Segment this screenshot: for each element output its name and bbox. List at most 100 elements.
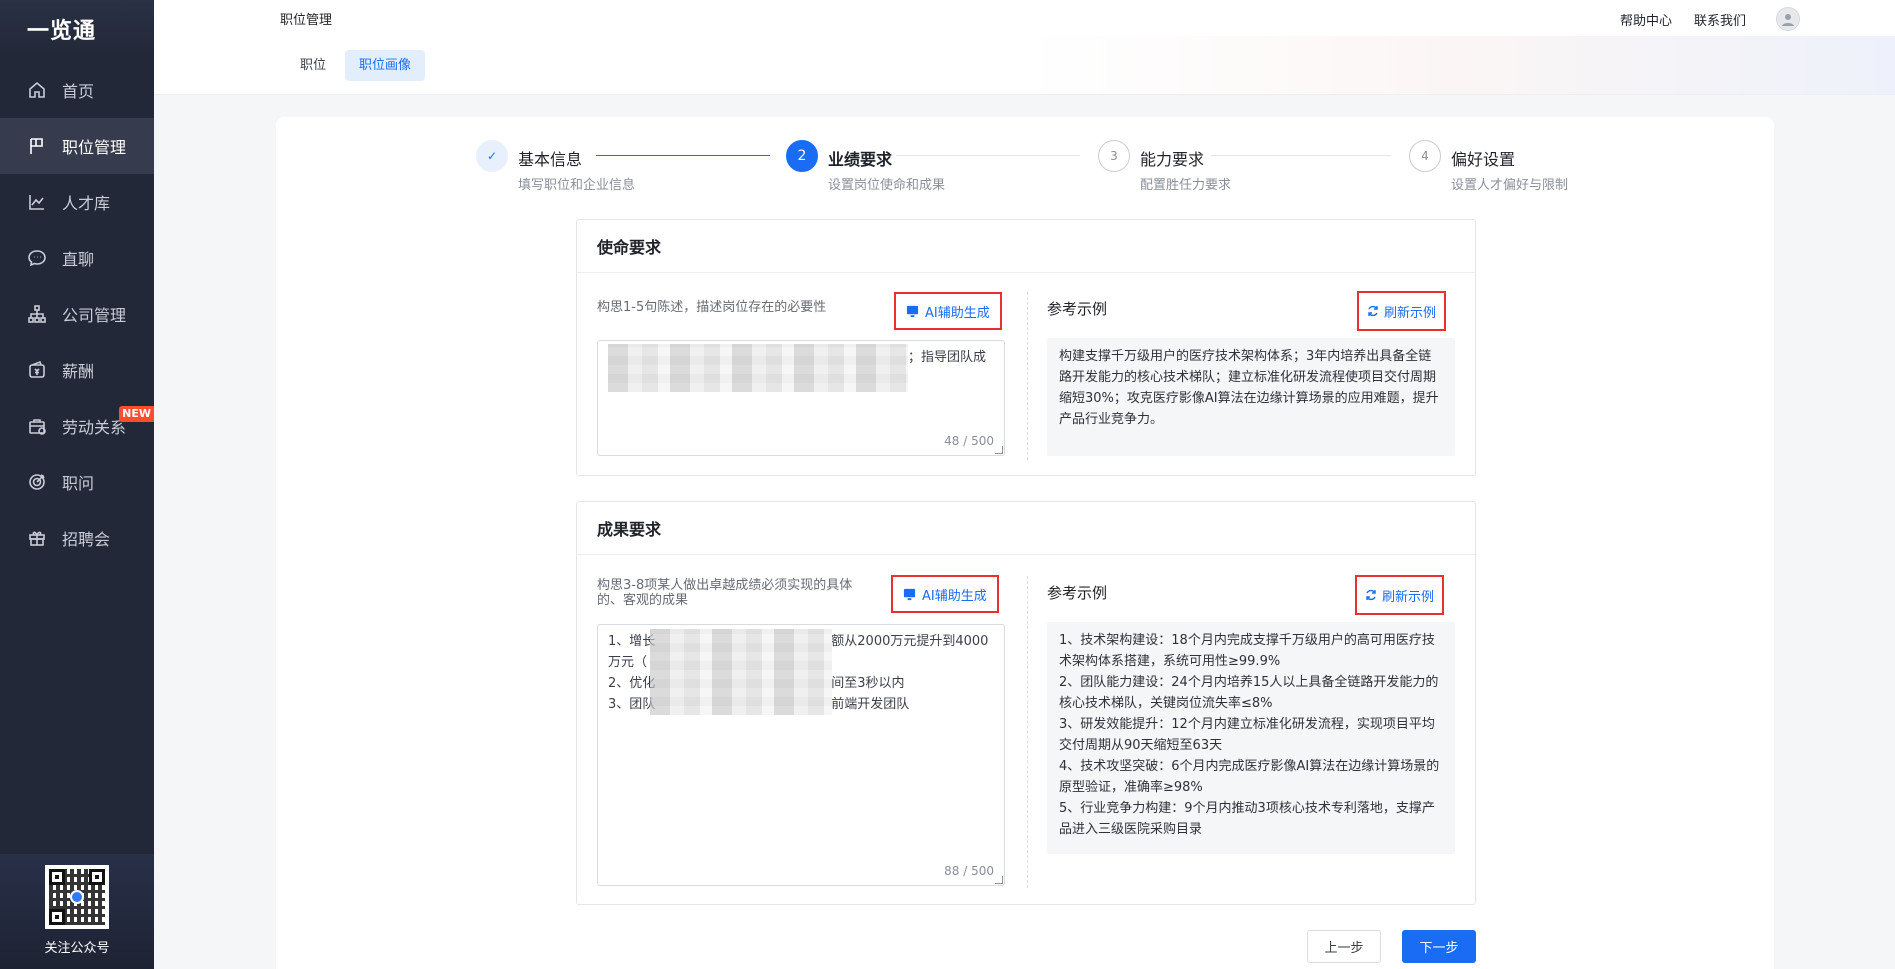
sidebar-item-label: 公司管理 [62, 306, 127, 325]
sidebar-item-label: 直聊 [62, 250, 95, 269]
char-counter: 88 / 500 [944, 864, 994, 878]
refresh-icon [1366, 589, 1376, 601]
sidebar-item-label: 职位管理 [62, 138, 127, 157]
step-number: 2 [786, 140, 818, 172]
sidebar-item-home[interactable]: 首页 [0, 62, 154, 118]
mission-section: 使命要求 构思1-5句陈述，描述岗位存在的必要性 AI辅助生成 ；指导团队成 4… [576, 219, 1476, 476]
stepper: ✓ 基本信息 填写职位和企业信息 2 业绩要求 设置岗位使命和成果 3 能力要求… [476, 140, 1596, 193]
ai-generate-button[interactable]: AI辅助生成 [891, 575, 999, 613]
char-counter: 48 / 500 [944, 434, 994, 448]
page-title: 职位管理 [280, 13, 333, 28]
org-chart-icon [26, 303, 48, 325]
step-ability[interactable]: 3 能力要求 配置胜任力要求 [1098, 140, 1231, 193]
step-subtitle: 配置胜任力要求 [1140, 178, 1232, 193]
sidebar-item-label: 薪酬 [62, 362, 95, 381]
step-number: 3 [1098, 140, 1130, 172]
sidebar-item-label: 招聘会 [62, 530, 111, 549]
topbar-actions: 帮助中心 联系我们 [1620, 7, 1800, 31]
sidebar: 一览通 首页 职位管理 人才库 直聊 公司管理 薪酬 劳动关系 NEW 职问 招… [0, 0, 154, 969]
ai-generate-button[interactable]: AI辅助生成 [894, 292, 1002, 330]
step-title: 业绩要求 [828, 150, 893, 169]
step-connector [1211, 155, 1391, 156]
subtab-bar: 职位 职位画像 [154, 36, 1895, 95]
chart-line-icon [26, 191, 48, 213]
refresh-example-button[interactable]: 刷新示例 [1355, 575, 1445, 615]
sidebar-item-talent-pool[interactable]: 人才库 [0, 174, 154, 230]
sidebar-item-label: 职问 [62, 474, 95, 493]
reference-title: 参考示例 [1047, 584, 1108, 602]
target-icon [26, 471, 48, 493]
reference-example: 1、技术架构建设：18个月内完成支撑千万级用户的高可用医疗技术架构体系搭建，系统… [1047, 622, 1455, 854]
reference-item: 3、研发效能提升：12个月内建立标准化研发流程，实现项目平均交付周期从90天缩短… [1059, 717, 1435, 753]
avatar[interactable] [1776, 7, 1800, 31]
section-title: 使命要求 [577, 220, 1475, 273]
tab-job[interactable]: 职位 [286, 50, 340, 81]
check-icon: ✓ [476, 140, 508, 172]
briefcase-icon [26, 415, 48, 437]
topbar: 职位管理 帮助中心 联系我们 [154, 0, 1895, 36]
ai-monitor-icon [906, 305, 919, 317]
mission-textarea[interactable]: ；指导团队成 48 / 500 [597, 340, 1005, 456]
results-textarea[interactable]: 1、增长 额从2000万元提升到4000 万元（ 2、优化 间至3秒以内 3、团队前… [597, 624, 1005, 886]
sidebar-item-label: 人才库 [62, 194, 111, 213]
contact-us-link[interactable]: 联系我们 [1694, 10, 1746, 29]
sidebar-item-chat[interactable]: 直聊 [0, 230, 154, 286]
ai-monitor-icon [903, 588, 916, 600]
step-basic-info[interactable]: ✓ 基本信息 填写职位和企业信息 [476, 140, 635, 193]
reference-item: 5、行业竞争力构建：9个月内推动3项核心技术专利落地，支撑产品进入三级医院采购目… [1059, 801, 1435, 837]
sidebar-item-salary[interactable]: 薪酬 [0, 342, 154, 398]
reference-item: 2、团队能力建设：24个月内培养15人以上具备全链路开发能力的核心技术梯队，关键… [1059, 675, 1439, 711]
qr-logo-icon [70, 890, 84, 904]
step-title: 能力要求 [1140, 150, 1205, 169]
wallet-icon [26, 359, 48, 381]
sidebar-item-job-management[interactable]: 职位管理 [0, 118, 154, 174]
refresh-icon [1368, 305, 1378, 317]
ai-button-label: AI辅助生成 [922, 588, 987, 604]
home-icon [26, 79, 48, 101]
refresh-button-label: 刷新示例 [1384, 305, 1437, 321]
gift-icon [26, 527, 48, 549]
sidebar-item-company-management[interactable]: 公司管理 [0, 286, 154, 342]
qr-panel: 关注公众号 [0, 854, 154, 969]
new-badge: NEW [119, 406, 154, 422]
sidebar-item-label: 首页 [62, 82, 95, 101]
column-divider [1027, 576, 1028, 888]
sidebar-item-labor-relations[interactable]: 劳动关系 NEW [0, 398, 154, 454]
step-number: 4 [1409, 140, 1441, 172]
results-hint: 构思3-8项某人做出卓越成绩必须实现的具体的、客观的成果 [597, 578, 853, 608]
step-preference[interactable]: 4 偏好设置 设置人才偏好与限制 [1409, 140, 1568, 193]
chat-bubble-icon [26, 247, 48, 269]
help-center-link[interactable]: 帮助中心 [1620, 10, 1672, 29]
qr-label: 关注公众号 [44, 941, 110, 956]
step-subtitle: 设置人才偏好与限制 [1451, 178, 1569, 193]
reference-title: 参考示例 [1047, 300, 1108, 318]
sidebar-nav: 首页 职位管理 人才库 直聊 公司管理 薪酬 劳动关系 NEW 职问 招聘会 [0, 62, 154, 566]
sidebar-item-job-fair[interactable]: 招聘会 [0, 510, 154, 566]
redacted-text [650, 629, 832, 715]
step-subtitle: 填写职位和企业信息 [518, 178, 636, 193]
sidebar-item-job-qa[interactable]: 职问 [0, 454, 154, 510]
next-step-button[interactable]: 下一步 [1402, 930, 1476, 963]
redacted-text [608, 344, 908, 392]
flag-icon [26, 135, 48, 157]
tab-job-profile[interactable]: 职位画像 [345, 50, 426, 81]
results-section: 成果要求 构思3-8项某人做出卓越成绩必须实现的具体的、客观的成果 AI辅助生成… [576, 501, 1476, 905]
app-logo[interactable]: 一览通 [0, 0, 154, 57]
column-divider [1027, 292, 1028, 460]
refresh-example-button[interactable]: 刷新示例 [1357, 291, 1447, 331]
sidebar-item-label: 劳动关系 [62, 418, 127, 437]
ai-button-label: AI辅助生成 [925, 305, 990, 321]
section-title: 成果要求 [577, 502, 1475, 555]
resize-handle[interactable] [995, 446, 1003, 454]
previous-step-button[interactable]: 上一步 [1307, 930, 1381, 963]
resize-handle[interactable] [995, 876, 1003, 884]
reference-item: 4、技术攻坚突破：6个月内完成医疗影像AI算法在边缘计算场景的原型验证，准确率≥… [1059, 759, 1440, 795]
user-icon [1782, 14, 1794, 26]
qr-code [45, 865, 109, 929]
step-performance[interactable]: 2 业绩要求 设置岗位使命和成果 [786, 140, 945, 193]
refresh-button-label: 刷新示例 [1382, 589, 1435, 605]
step-title: 偏好设置 [1451, 150, 1516, 169]
reference-item: 1、技术架构建设：18个月内完成支撑千万级用户的高可用医疗技术架构体系搭建，系统… [1059, 633, 1435, 669]
step-subtitle: 设置岗位使命和成果 [828, 178, 946, 193]
reference-example: 构建支撑千万级用户的医疗技术架构体系；3年内培养出具备全链路开发能力的核心技术梯… [1047, 338, 1455, 456]
